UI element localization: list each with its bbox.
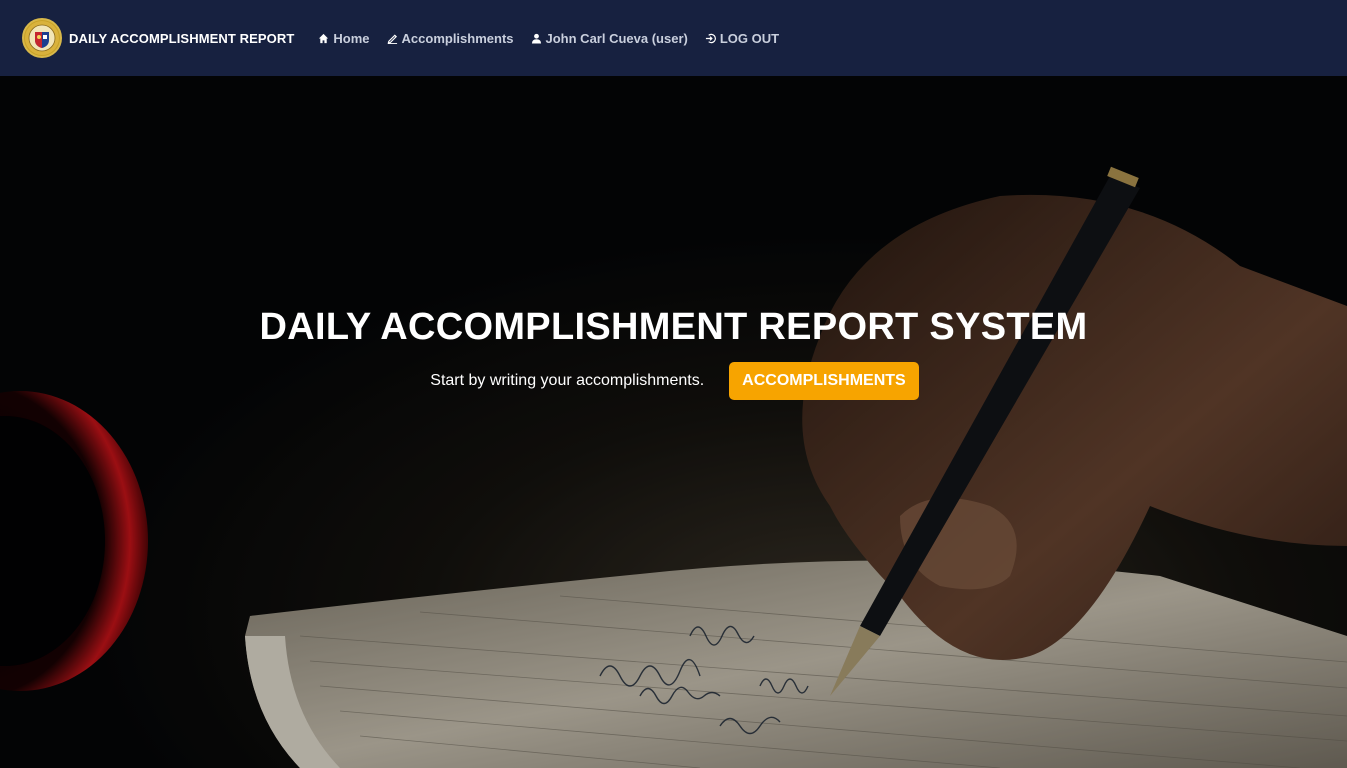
nav-accomplishments-link[interactable]: Accomplishments [387, 31, 514, 46]
hero-cta-row: Start by writing your accomplishments. A… [0, 362, 1347, 400]
nav-home-link[interactable]: Home [318, 30, 370, 46]
accomplishments-button[interactable]: ACCOMPLISHMENTS [729, 362, 919, 400]
brand-title: DAILY ACCOMPLISHMENT REPORT [69, 30, 295, 46]
hero-content: DAILY ACCOMPLISHMENT REPORT SYSTEM Start… [0, 306, 1347, 400]
hero-subtitle: Start by writing your accomplishments. [430, 372, 705, 389]
hero-title: DAILY ACCOMPLISHMENT REPORT SYSTEM [259, 306, 1088, 348]
home-icon [319, 33, 329, 43]
nav-logout-link[interactable]: LOG OUT [705, 31, 779, 46]
hero-section: DAILY ACCOMPLISHMENT REPORT SYSTEM Start… [0, 76, 1347, 768]
school-seal-logo [22, 18, 62, 58]
pencil-icon [387, 33, 397, 44]
nav-links: Home Accomplishments John Carl Cueva (us… [318, 31, 796, 46]
user-icon [531, 33, 541, 44]
nav-user-label: John Carl Cueva (user) [545, 30, 688, 46]
hero-overlay [0, 76, 1347, 768]
nav-home-label: Home [333, 30, 370, 46]
nav-logout-label: LOG OUT [719, 30, 780, 46]
nav-user-link[interactable]: John Carl Cueva (user) [531, 31, 688, 46]
nav-accomplishments-label: Accomplishments [401, 30, 514, 46]
top-navbar: DAILY ACCOMPLISHMENT REPORT Home Accompl… [0, 0, 1347, 76]
brand-link[interactable]: DAILY ACCOMPLISHMENT REPORT [22, 18, 294, 58]
logout-icon [705, 33, 716, 43]
